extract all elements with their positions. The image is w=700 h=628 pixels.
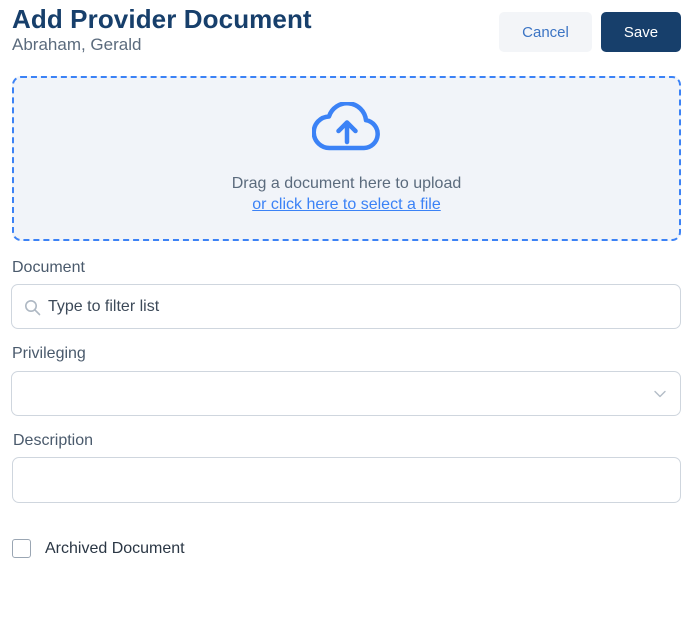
archived-document-label: Archived Document xyxy=(45,540,185,557)
archived-document-checkbox[interactable] xyxy=(12,539,31,558)
save-button[interactable]: Save xyxy=(601,12,681,52)
description-input[interactable] xyxy=(12,457,681,503)
select-file-link[interactable]: or click here to select a file xyxy=(252,194,441,216)
privileging-select[interactable] xyxy=(11,371,681,416)
cancel-button[interactable]: Cancel xyxy=(499,12,592,52)
page-header: Add Provider Document Abraham, Gerald xyxy=(12,4,312,56)
description-label: Description xyxy=(13,432,94,449)
document-field[interactable] xyxy=(11,284,681,329)
upload-instruction: Drag a document here to upload xyxy=(231,175,462,192)
search-icon xyxy=(25,300,41,316)
chevron-down-icon xyxy=(654,390,666,398)
cloud-upload-icon xyxy=(311,102,380,151)
provider-name: Abraham, Gerald xyxy=(12,35,142,54)
upload-dropzone[interactable]: Drag a document here to upload or click … xyxy=(12,76,681,241)
page-title: Add Provider Document xyxy=(12,4,312,34)
privileging-label: Privileging xyxy=(12,345,86,362)
document-label: Document xyxy=(12,259,85,276)
add-provider-document-page: Add Provider Document Abraham, Gerald Ca… xyxy=(0,0,700,628)
document-search-input[interactable] xyxy=(48,285,668,328)
